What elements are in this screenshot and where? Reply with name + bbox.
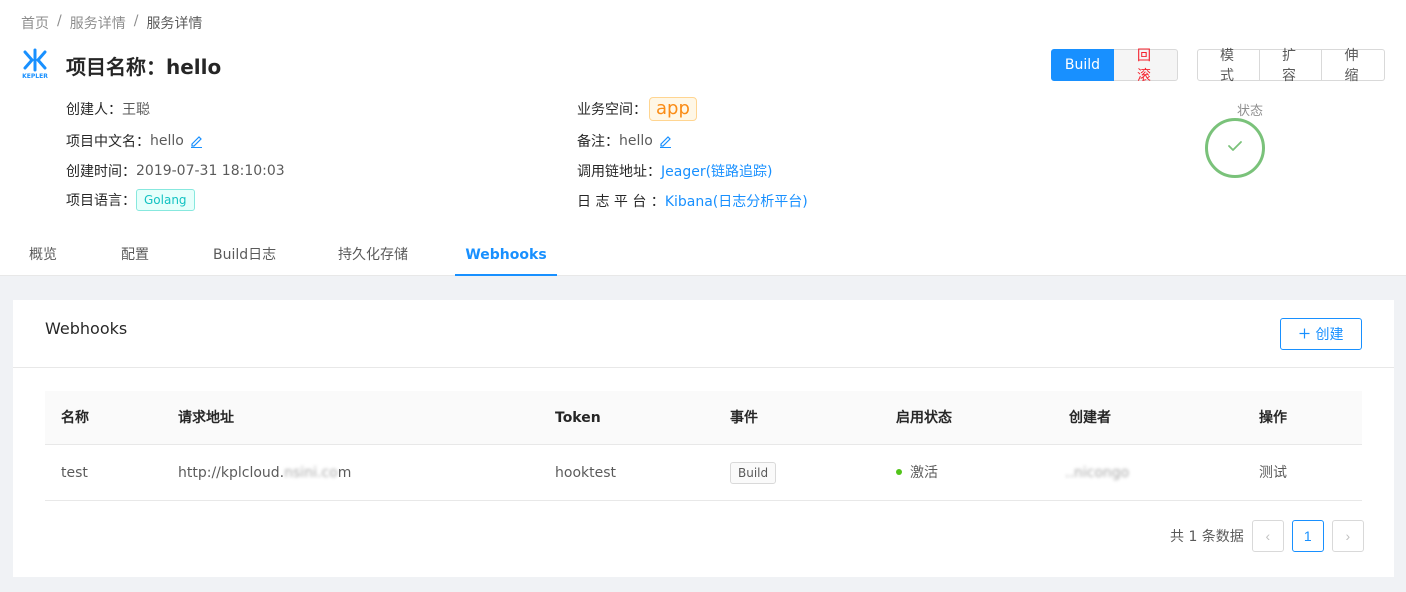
rollback-button[interactable]: 回滚: [1114, 48, 1178, 84]
status-label: 状态: [1237, 104, 1264, 119]
webhook-url-redacted: nsini.co: [284, 465, 338, 481]
trace-label: 调用链地址：: [577, 164, 661, 180]
tab-storage[interactable]: 持久化存储: [338, 236, 408, 276]
creator-value: 王聪: [122, 102, 150, 118]
breadcrumb: 首页 / 服务详情 / 服务详情: [21, 13, 202, 33]
info-language: 项目语言： Golang: [66, 189, 195, 211]
breadcrumb-services[interactable]: 服务详情: [70, 13, 126, 33]
build-button-group: Build 回滚: [1051, 48, 1178, 84]
info-creator: 创建人： 王聪: [66, 99, 150, 119]
info-cn-name: 项目中文名： hello: [66, 131, 203, 151]
column-token: Token: [555, 410, 601, 426]
info-space: 业务空间： app: [577, 97, 697, 121]
create-webhook-button[interactable]: 创建: [1280, 318, 1362, 350]
page-title: 项目名称：hello: [66, 55, 222, 79]
column-action: 操作: [1259, 410, 1287, 426]
column-status: 启用状态: [896, 410, 952, 426]
info-note: 备注： hello: [577, 131, 672, 151]
webhook-creator: ..nicongo: [1065, 465, 1130, 481]
webhook-name-link[interactable]: test: [61, 445, 88, 501]
build-button[interactable]: Build: [1051, 49, 1114, 81]
note-value: hello: [619, 133, 653, 149]
column-url: 请求地址: [178, 410, 234, 426]
breadcrumb-separator: /: [57, 13, 62, 29]
tab-build-log[interactable]: Build日志: [213, 236, 276, 276]
status-dot-icon: [896, 469, 902, 475]
webhooks-table: 名称 请求地址 Token 事件 启用状态 创建者 操作 test http:/…: [45, 391, 1362, 501]
create-label: 创建: [1315, 326, 1344, 342]
space-label: 业务空间：: [577, 102, 647, 118]
edit-icon[interactable]: [190, 135, 203, 148]
check-icon: [1227, 139, 1243, 157]
stretch-button[interactable]: 伸缩: [1322, 48, 1385, 84]
language-tag: Golang: [136, 189, 195, 211]
svg-text:KEPLER: KEPLER: [22, 73, 48, 80]
webhook-event: Build: [730, 445, 777, 501]
tab-webhooks[interactable]: Webhooks: [455, 236, 557, 276]
webhook-token: hooktest: [555, 465, 616, 481]
webhook-url: http://kplcloud.nsini.com: [178, 445, 351, 501]
breadcrumb-home[interactable]: 首页: [21, 13, 49, 33]
table-header: 名称 请求地址 Token 事件 启用状态 创建者 操作: [45, 391, 1362, 445]
pagination: 共 1 条数据 ‹ 1 ›: [1170, 520, 1364, 552]
webhook-url-visible: http://kplcloud.: [178, 465, 285, 481]
log-link[interactable]: Kibana(日志分析平台): [665, 191, 808, 211]
next-page-button[interactable]: ›: [1331, 520, 1364, 552]
test-webhook-link[interactable]: 测试: [1259, 445, 1287, 501]
created-label: 创建时间：: [66, 164, 136, 180]
column-event: 事件: [730, 410, 758, 426]
scale-button-group: 模式 扩容 伸缩: [1197, 48, 1385, 84]
log-label: 日 志 平 台 ：: [577, 194, 665, 210]
column-creator: 创建者: [1069, 410, 1111, 426]
pagination-total: 共 1 条数据: [1170, 529, 1244, 545]
webhook-url-tail: m: [337, 465, 352, 481]
page-1-button[interactable]: 1: [1291, 520, 1324, 552]
webhook-status: 激活: [896, 445, 938, 501]
card-header: Webhooks 创建: [13, 300, 1394, 368]
info-trace: 调用链地址： Jeager(链路追踪): [577, 161, 773, 181]
info-log: 日 志 平 台 ： Kibana(日志分析平台): [577, 191, 808, 211]
creator-label: 创建人：: [66, 102, 122, 118]
cn-name-label: 项目中文名：: [66, 134, 150, 150]
breadcrumb-separator: /: [133, 13, 139, 29]
webhooks-card: Webhooks 创建 名称 请求地址 Token 事件 启用状态 创建者 操作…: [13, 300, 1394, 577]
plus-icon: [1299, 326, 1310, 342]
status-indicator: [1205, 118, 1265, 178]
note-label: 备注：: [577, 134, 619, 150]
breadcrumb-current: 服务详情: [146, 16, 203, 32]
mode-button[interactable]: 模式: [1197, 48, 1260, 84]
column-name: 名称: [61, 410, 89, 426]
tab-config[interactable]: 配置: [121, 236, 149, 276]
trace-link[interactable]: Jeager(链路追踪): [661, 161, 773, 181]
edit-icon[interactable]: [659, 135, 672, 148]
table-row: test http://kplcloud.nsini.com hooktest …: [45, 445, 1362, 501]
expand-button[interactable]: 扩容: [1260, 48, 1322, 84]
kepler-logo-icon: KEPLER: [21, 48, 49, 80]
lang-label: 项目语言：: [66, 193, 136, 209]
status-text: 激活: [910, 465, 938, 481]
event-tag: Build: [730, 462, 777, 484]
cn-name-value: hello: [150, 133, 184, 149]
tab-overview[interactable]: 概览: [29, 236, 57, 276]
info-created-time: 创建时间： 2019-07-31 18:10:03: [66, 161, 285, 181]
space-tag: app: [649, 97, 697, 121]
card-title: Webhooks: [45, 319, 128, 338]
prev-page-button[interactable]: ‹: [1251, 520, 1284, 552]
tab-bar: 概览 配置 Build日志 持久化存储 Webhooks: [0, 236, 1406, 276]
created-value: 2019-07-31 18:10:03: [136, 163, 285, 179]
